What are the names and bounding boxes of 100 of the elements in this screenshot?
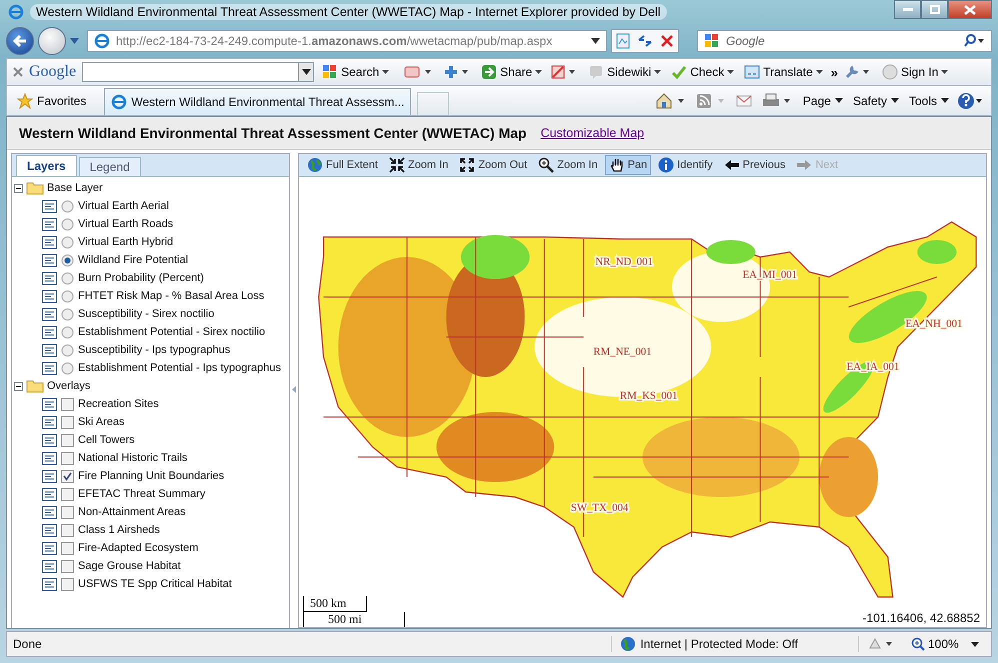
legend-icon[interactable] bbox=[42, 398, 57, 410]
legend-icon[interactable] bbox=[42, 272, 57, 284]
layer-label[interactable]: Cell Towers bbox=[78, 434, 135, 446]
layer-label[interactable]: FHTET Risk Map - % Basal Area Loss bbox=[78, 290, 264, 302]
legend-icon[interactable] bbox=[42, 578, 57, 590]
map-tool-button[interactable]: Zoom In bbox=[534, 155, 602, 175]
more-button[interactable]: » bbox=[830, 64, 838, 80]
map-tool-button[interactable]: Zoom Out bbox=[455, 155, 532, 175]
browser-tab[interactable]: Western Wildland Environmental Threat Assessm... bbox=[104, 88, 412, 115]
group-label[interactable]: Overlays bbox=[47, 380, 90, 392]
layer-label[interactable]: Ski Areas bbox=[78, 416, 124, 428]
checkbox[interactable] bbox=[61, 524, 74, 536]
layer-label[interactable]: Recreation Sites bbox=[78, 398, 159, 410]
collapse-toggle-icon[interactable] bbox=[14, 382, 23, 390]
checkbox[interactable] bbox=[61, 506, 74, 518]
layer-label[interactable]: Virtual Earth Aerial bbox=[78, 200, 169, 212]
command-menu[interactable]: Tools bbox=[906, 94, 951, 108]
address-field[interactable]: http://ec2-184-73-24-249.compute-1.amazonaws.com/wwetacmap/pub/map.aspx bbox=[87, 30, 607, 52]
legend-icon[interactable] bbox=[42, 470, 57, 482]
toolbar-search-field[interactable] bbox=[82, 62, 314, 82]
toolbar-button[interactable]: Sidewiki bbox=[586, 64, 664, 80]
layer-label[interactable]: USFWS TE Spp Critical Habitat bbox=[78, 578, 232, 590]
checkbox[interactable] bbox=[61, 560, 74, 572]
panel-tab[interactable]: Legend bbox=[78, 157, 141, 176]
layer-label[interactable]: EFETAC Threat Summary bbox=[78, 488, 206, 500]
layer-label[interactable]: National Historic Trails bbox=[78, 452, 188, 464]
legend-icon[interactable] bbox=[42, 236, 57, 248]
radio-button[interactable] bbox=[61, 344, 74, 356]
checkbox[interactable] bbox=[61, 398, 74, 410]
checkbox[interactable] bbox=[61, 470, 74, 482]
legend-icon[interactable] bbox=[42, 524, 57, 536]
legend-icon[interactable] bbox=[42, 452, 57, 464]
caret-icon[interactable] bbox=[302, 69, 311, 75]
sign-in-button[interactable]: Sign In bbox=[880, 64, 950, 80]
map-tool-button[interactable]: Zoom In bbox=[384, 155, 452, 175]
checkbox[interactable] bbox=[61, 416, 74, 428]
map-tool-button[interactable]: Identify bbox=[654, 155, 717, 175]
close-button[interactable] bbox=[948, 0, 992, 19]
radio-button[interactable] bbox=[61, 308, 74, 320]
forward-button[interactable] bbox=[38, 27, 66, 55]
security-zone[interactable]: Internet | Protected Mode: Off bbox=[611, 636, 859, 652]
command-menu[interactable]: Safety bbox=[850, 94, 901, 108]
collapse-toggle-icon[interactable] bbox=[14, 184, 23, 192]
radio-button[interactable] bbox=[61, 236, 74, 248]
zoom-button[interactable]: 100% bbox=[905, 636, 985, 652]
layer-label[interactable]: Fire Planning Unit Boundaries bbox=[78, 470, 224, 482]
group-label[interactable]: Base Layer bbox=[47, 182, 103, 194]
layer-label[interactable]: Class 1 Airsheds bbox=[78, 524, 160, 536]
radio-button[interactable] bbox=[61, 254, 74, 266]
radio-button[interactable] bbox=[61, 326, 74, 338]
toolbar-button[interactable]: Check bbox=[669, 64, 736, 80]
search-icon[interactable] bbox=[963, 34, 985, 48]
radio-button[interactable] bbox=[61, 218, 74, 230]
legend-icon[interactable] bbox=[42, 308, 57, 320]
map-tool-button[interactable]: Pan bbox=[604, 155, 652, 175]
checkbox[interactable] bbox=[61, 578, 74, 590]
maximize-button[interactable] bbox=[921, 0, 948, 19]
layer-label[interactable]: Susceptibility - Ips typographus bbox=[78, 344, 230, 356]
checkbox[interactable] bbox=[61, 434, 74, 446]
command-menu[interactable]: Page bbox=[800, 94, 845, 108]
layer-label[interactable]: Susceptibility - Sirex noctilio bbox=[78, 308, 214, 320]
checkbox[interactable] bbox=[61, 542, 74, 554]
panel-tab[interactable]: Layers bbox=[16, 155, 77, 176]
layer-label[interactable]: Wildland Fire Potential bbox=[78, 254, 188, 266]
legend-icon[interactable] bbox=[42, 362, 57, 374]
caret-icon[interactable] bbox=[591, 38, 600, 44]
radio-button[interactable] bbox=[61, 200, 74, 212]
search-field[interactable]: Google bbox=[697, 30, 992, 52]
layer-label[interactable]: Virtual Earth Roads bbox=[78, 218, 174, 230]
help-icon[interactable] bbox=[957, 92, 985, 110]
map-tool-button[interactable]: Previous bbox=[720, 155, 790, 175]
toolbar-button[interactable]: Share bbox=[479, 64, 544, 80]
layer-label[interactable]: Establishment Potential - Ips typographus bbox=[78, 362, 282, 374]
minimize-button[interactable] bbox=[894, 0, 921, 19]
legend-icon[interactable] bbox=[42, 326, 57, 338]
radio-button[interactable] bbox=[61, 290, 74, 302]
checkbox[interactable] bbox=[61, 488, 74, 500]
legend-icon[interactable] bbox=[42, 344, 57, 356]
legend-icon[interactable] bbox=[42, 488, 57, 500]
toolbar-button[interactable]: Translate bbox=[742, 64, 825, 80]
legend-icon[interactable] bbox=[42, 290, 57, 302]
legend-icon[interactable] bbox=[42, 218, 57, 230]
favorites-button[interactable]: Favorites bbox=[13, 92, 98, 108]
radio-button[interactable] bbox=[61, 362, 74, 374]
layer-label[interactable]: Sage Grouse Habitat bbox=[78, 560, 181, 572]
checkbox[interactable] bbox=[61, 452, 74, 464]
close-toolbar-icon[interactable] bbox=[13, 67, 23, 77]
layer-label[interactable]: Burn Probability (Percent) bbox=[78, 272, 204, 284]
legend-icon[interactable] bbox=[42, 434, 57, 446]
layer-label[interactable]: Virtual Earth Hybrid bbox=[78, 236, 174, 248]
layer-label[interactable]: Establishment Potential - Sirex noctilio bbox=[78, 326, 266, 338]
legend-icon[interactable] bbox=[42, 560, 57, 572]
legend-icon[interactable] bbox=[42, 416, 57, 428]
customizable-map-link[interactable]: Customizable Map bbox=[540, 126, 644, 140]
legend-icon[interactable] bbox=[42, 506, 57, 518]
legend-icon[interactable] bbox=[42, 542, 57, 554]
toolbar-button[interactable]: Search bbox=[320, 64, 392, 80]
radio-button[interactable] bbox=[61, 272, 74, 284]
back-button[interactable] bbox=[6, 27, 34, 55]
layer-label[interactable]: Non-Attainment Areas bbox=[78, 506, 186, 518]
